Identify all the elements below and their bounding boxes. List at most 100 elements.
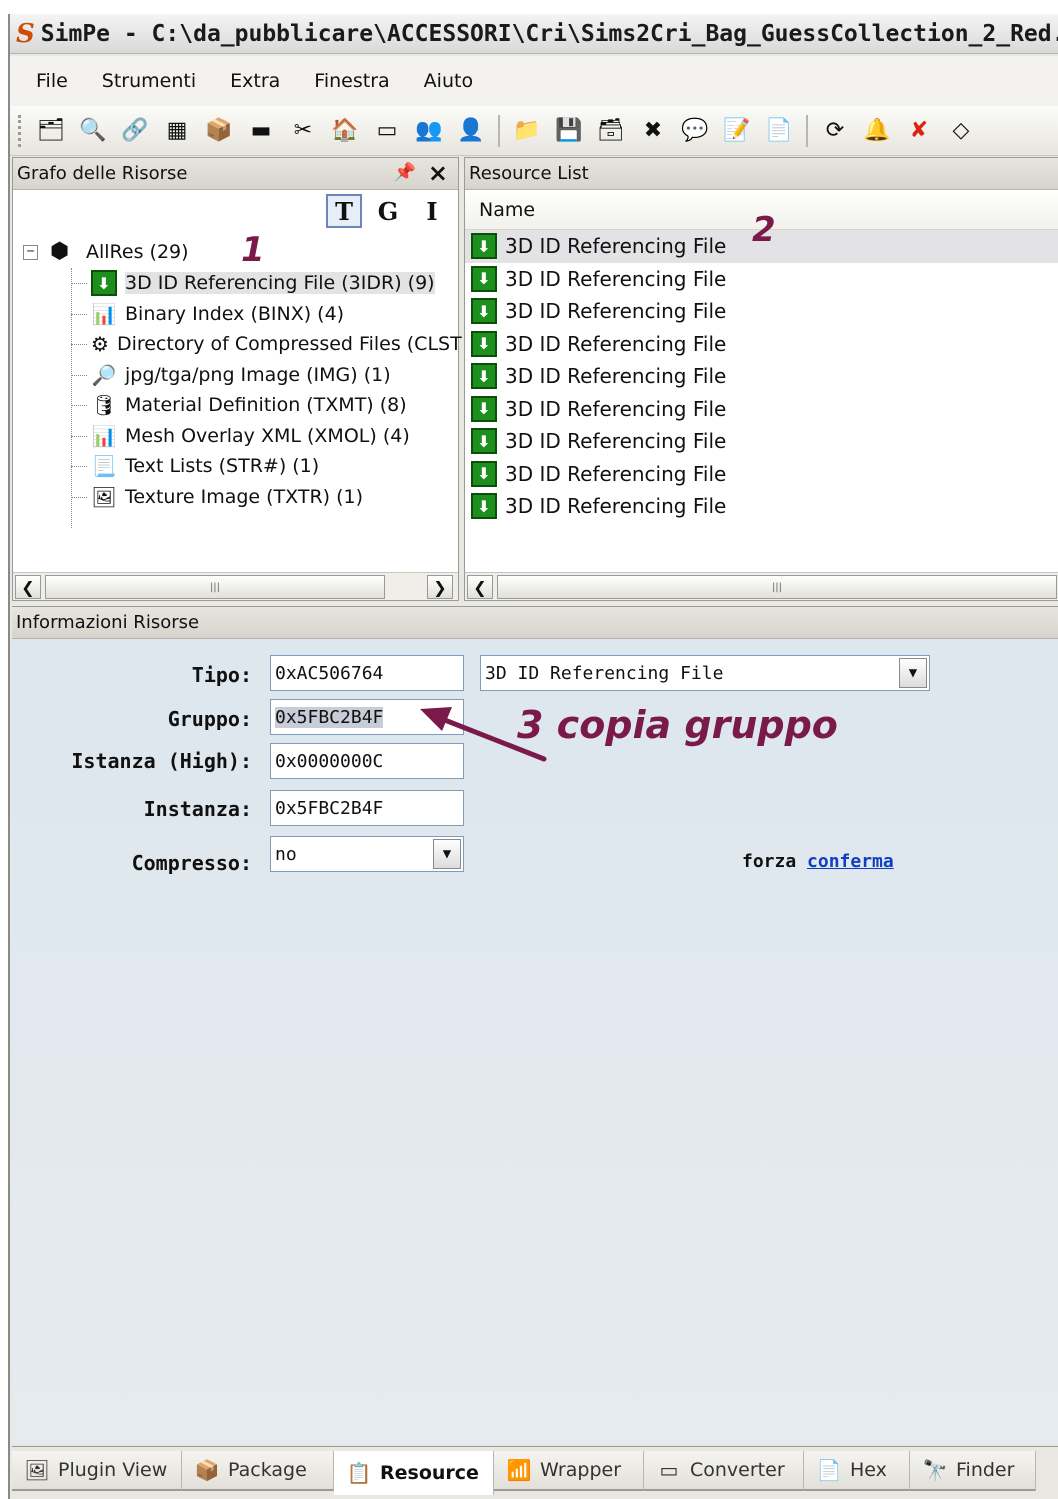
resource-row[interactable]: ⬇ 3D ID Referencing File — [465, 490, 1058, 523]
resource-row[interactable]: ⬇ 3D ID Referencing File — [465, 295, 1058, 328]
resource-list-panel: Resource List Name ⬇ 3D ID Referencing F… — [464, 157, 1058, 601]
resource-row[interactable]: ⬇ 3D ID Referencing File — [465, 393, 1058, 426]
toolbar: 🗂 🔍 🔗 ▦ 📦 ▬ ✂ 🏠 ▭ 👥 👤 📁 💾 🗃 ✖ 💬 📝 📄 ⟳ 🔔 … — [10, 106, 1058, 156]
tree-horizontal-scrollbar[interactable]: ❮ ||| ❯ — [13, 572, 458, 600]
view-instance-button[interactable]: I — [414, 194, 450, 228]
toolbar-grip[interactable] — [18, 114, 22, 147]
tree-item-3idr[interactable]: ⬇ 3D ID Referencing File (3IDR) (9) — [13, 268, 458, 299]
tree-item-label: Binary Index (BINX) (4) — [125, 302, 345, 325]
preview-icon[interactable]: 🔍 — [76, 114, 110, 148]
tree-item-label: Texture Image (TXTR) (1) — [125, 485, 364, 508]
refresh-icon[interactable]: ⟳ — [818, 114, 852, 148]
folder-icon[interactable]: 📁 — [510, 114, 544, 148]
tree-item-str[interactable]: 📃 Text Lists (STR#) (1) — [13, 451, 458, 482]
column-header-label: Name — [479, 198, 536, 221]
scroll-right-icon[interactable]: ❯ — [427, 575, 453, 599]
bookmark-icon[interactable]: ▬ — [244, 114, 278, 148]
tree-item-img[interactable]: 🔎 jpg/tga/png Image (IMG) (1) — [13, 360, 458, 391]
menu-finestra[interactable]: Finestra — [297, 70, 406, 92]
chevron-down-icon[interactable]: ▼ — [433, 839, 461, 869]
person-icon[interactable]: 👤 — [454, 114, 488, 148]
tree-item-label: Material Definition (TXMT) (8) — [125, 394, 407, 417]
house-icon[interactable]: 🏠 — [328, 114, 362, 148]
resource-list-header: Resource List — [465, 158, 1058, 190]
menu-extra[interactable]: Extra — [213, 70, 297, 92]
mesh-overlay-icon: 📊 — [91, 423, 117, 448]
delete-icon[interactable]: ✖ — [636, 114, 670, 148]
green-arrow-icon: ⬇ — [471, 493, 497, 520]
tipo-input[interactable]: 0xAC506764 — [270, 655, 464, 691]
image-search-icon: 🔎 — [91, 362, 117, 387]
comment-icon[interactable]: 💬 — [678, 114, 712, 148]
archive-icon[interactable]: 🗃 — [594, 114, 628, 148]
tree-item-txmt[interactable]: 🛢 Material Definition (TXMT) (8) — [13, 390, 458, 421]
resource-row-label: 3D ID Referencing File — [505, 429, 727, 454]
green-arrow-icon: ⬇ — [471, 460, 497, 487]
tools-icon[interactable]: ✂ — [286, 114, 320, 148]
close-icon[interactable]: × — [428, 159, 448, 187]
tree-root[interactable]: − ⬢ AllRes (29) — [13, 236, 458, 268]
tab-hex[interactable]: 📄 Hex — [804, 1451, 910, 1491]
forza-text: forza — [742, 851, 797, 872]
view-group-button[interactable]: G — [370, 194, 406, 228]
tipo-select[interactable]: 3D ID Referencing File ▼ — [480, 655, 930, 691]
database-icon: 🛢 — [91, 393, 117, 418]
pin-icon[interactable]: 📌 — [394, 162, 416, 183]
scroll-left-icon[interactable]: ❮ — [15, 575, 41, 599]
save-icon[interactable]: 💾 — [552, 114, 586, 148]
tree-item-label: Text Lists (STR#) (1) — [125, 455, 320, 478]
open-icon[interactable]: 🗂 — [34, 114, 68, 148]
resource-row[interactable]: ⬇ 3D ID Referencing File — [465, 425, 1058, 458]
istanza-input[interactable]: 0x5FBC2B4F — [270, 790, 464, 826]
tab-label: Resource — [380, 1462, 479, 1484]
menu-file[interactable]: File — [10, 70, 85, 92]
bell-icon[interactable]: 🔔 — [860, 114, 894, 148]
resource-row-label: 3D ID Referencing File — [505, 234, 727, 259]
conferma-link[interactable]: conferma — [807, 851, 894, 872]
binary-index-icon: 📊 — [91, 301, 117, 326]
notes-icon[interactable]: 📝 — [720, 114, 754, 148]
converter-icon: ▭ — [659, 1458, 679, 1482]
tree-item-binx[interactable]: 📊 Binary Index (BINX) (4) — [13, 299, 458, 330]
tab-wrapper[interactable]: 📶 Wrapper — [494, 1451, 644, 1491]
menu-strumenti[interactable]: Strumenti — [85, 70, 213, 92]
package-icon[interactable]: 📦 — [202, 114, 236, 148]
scroll-thumb[interactable]: ||| — [45, 575, 385, 599]
resource-row[interactable]: ⬇ 3D ID Referencing File — [465, 458, 1058, 491]
close-red-icon[interactable]: ✘ — [902, 114, 936, 148]
tab-finder[interactable]: 🔭 Finder — [910, 1451, 1036, 1491]
tree-item-txtr[interactable]: 🖼 Texture Image (TXTR) (1) — [13, 482, 458, 513]
eraser-icon[interactable]: ◇ — [944, 114, 978, 148]
view-type-button[interactable]: T — [326, 194, 362, 228]
collapse-icon[interactable]: − — [23, 244, 38, 260]
list-horizontal-scrollbar[interactable]: ❮ ||| — [465, 572, 1058, 600]
tab-package[interactable]: 📦 Package — [182, 1451, 334, 1491]
menu-aiuto[interactable]: Aiuto — [407, 70, 490, 92]
tab-converter[interactable]: ▭ Converter — [644, 1451, 804, 1491]
chevron-down-icon[interactable]: ▼ — [899, 658, 927, 688]
tree-item-xmol[interactable]: 📊 Mesh Overlay XML (XMOL) (4) — [13, 421, 458, 452]
scroll-left-icon[interactable]: ❮ — [467, 575, 493, 599]
package-icon: 📦 — [194, 1458, 220, 1482]
tab-label: Plugin View — [58, 1459, 168, 1481]
istanza-high-value: 0x0000000C — [275, 750, 384, 772]
resource-row[interactable]: ⬇ 3D ID Referencing File — [465, 360, 1058, 393]
plugin-icon: 🖼 — [24, 1458, 50, 1482]
resource-row-label: 3D ID Referencing File — [505, 461, 727, 486]
grid-icon[interactable]: ▦ — [160, 114, 194, 148]
scroll-thumb[interactable]: ||| — [497, 575, 1057, 599]
resource-row-label: 3D ID Referencing File — [505, 299, 727, 324]
tree-item-clst[interactable]: ⚙ Directory of Compressed Files (CLST — [13, 329, 462, 360]
resource-row[interactable]: ⬇ 3D ID Referencing File — [465, 328, 1058, 361]
link-icon[interactable]: 🔗 — [118, 114, 152, 148]
users-icon[interactable]: 👥 — [412, 114, 446, 148]
resource-tree-header: Grafo delle Risorse 📌 × — [13, 158, 458, 190]
screen-icon[interactable]: ▭ — [370, 114, 404, 148]
compresso-select[interactable]: no ▼ — [270, 836, 464, 872]
tab-resource[interactable]: 📋 Resource — [334, 1451, 494, 1495]
compresso-value: no — [275, 843, 297, 865]
tab-plugin-view[interactable]: 🖼 Plugin View — [12, 1451, 182, 1491]
resource-row[interactable]: ⬇ 3D ID Referencing File — [465, 263, 1058, 296]
notes2-icon[interactable]: 📄 — [762, 114, 796, 148]
window-title: SimPe - C:\da_pubblicare\ACCESSORI\Cri\S… — [40, 20, 1058, 47]
